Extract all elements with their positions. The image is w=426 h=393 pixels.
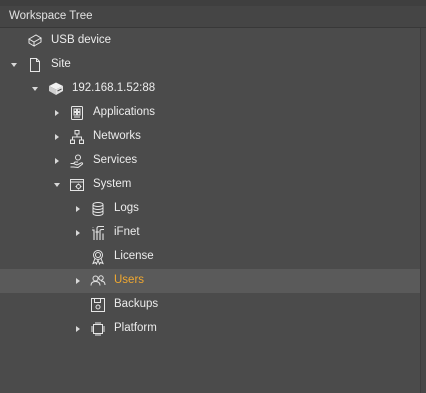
tree-item-label: iFnet xyxy=(114,226,140,238)
tree-item-platform[interactable]: Platform xyxy=(0,317,421,341)
tree-item-license[interactable]: License xyxy=(0,245,421,269)
caret-right-icon[interactable] xyxy=(74,325,82,333)
tree-item-label: 192.168.1.52:88 xyxy=(72,82,156,94)
vertical-scrollbar[interactable] xyxy=(420,28,426,393)
system-settings-icon xyxy=(69,177,85,193)
document-icon xyxy=(27,57,43,73)
tree-item-label: Site xyxy=(51,58,71,70)
tree-item-label: USB device xyxy=(51,34,112,46)
tree-item-label: Networks xyxy=(93,130,141,142)
caret-right-icon[interactable] xyxy=(53,109,61,117)
server-device-icon xyxy=(48,81,64,97)
caret-right-icon[interactable] xyxy=(53,133,61,141)
network-icon xyxy=(69,129,85,145)
panel-header: Workspace Tree xyxy=(0,6,426,28)
usb-drive-icon xyxy=(27,33,43,49)
caret-down-icon[interactable] xyxy=(53,181,61,189)
tree-item-ifnet[interactable]: iFnet xyxy=(0,221,421,245)
tree-item-label: Services xyxy=(93,154,138,166)
caret-right-icon[interactable] xyxy=(53,157,61,165)
tree-item-logs[interactable]: Logs xyxy=(0,197,421,221)
tree-item-device[interactable]: 192.168.1.52:88 xyxy=(0,77,421,101)
license-badge-icon xyxy=(90,249,106,265)
caret-down-icon[interactable] xyxy=(10,61,18,69)
panel-title: Workspace Tree xyxy=(9,10,93,22)
tree-item-usb-device[interactable]: USB device xyxy=(0,29,421,53)
tree-item-site[interactable]: Site xyxy=(0,53,421,77)
services-hand-icon xyxy=(69,153,85,169)
tree-item-networks[interactable]: Networks xyxy=(0,125,421,149)
tree-item-services[interactable]: Services xyxy=(0,149,421,173)
chip-icon xyxy=(90,321,106,337)
tree-item-label: Logs xyxy=(114,202,139,214)
tree-item-label: Applications xyxy=(93,106,156,118)
tree-item-label: Backups xyxy=(114,298,159,310)
caret-down-icon[interactable] xyxy=(31,85,39,93)
caret-right-icon[interactable] xyxy=(74,229,82,237)
tree-item-backups[interactable]: Backups xyxy=(0,293,421,317)
workspace-tree-panel: Workspace Tree USB device Site 192.168.1… xyxy=(0,0,426,393)
floppy-disk-icon xyxy=(90,297,106,313)
users-icon xyxy=(90,273,106,289)
tree-item-system[interactable]: System xyxy=(0,173,421,197)
tree-item-label: System xyxy=(93,178,132,190)
caret-right-icon[interactable] xyxy=(74,277,82,285)
tree-item-users[interactable]: Users xyxy=(0,269,421,293)
workspace-tree: USB device Site 192.168.1.52:88 Applicat… xyxy=(0,28,421,393)
caret-right-icon[interactable] xyxy=(74,205,82,213)
app-grid-icon xyxy=(69,105,85,121)
database-icon xyxy=(90,201,106,217)
ifnet-icon xyxy=(90,225,106,241)
tree-item-applications[interactable]: Applications xyxy=(0,101,421,125)
tree-item-label: License xyxy=(114,250,154,262)
tree-item-label: Users xyxy=(114,274,145,286)
tree-item-label: Platform xyxy=(114,322,157,334)
